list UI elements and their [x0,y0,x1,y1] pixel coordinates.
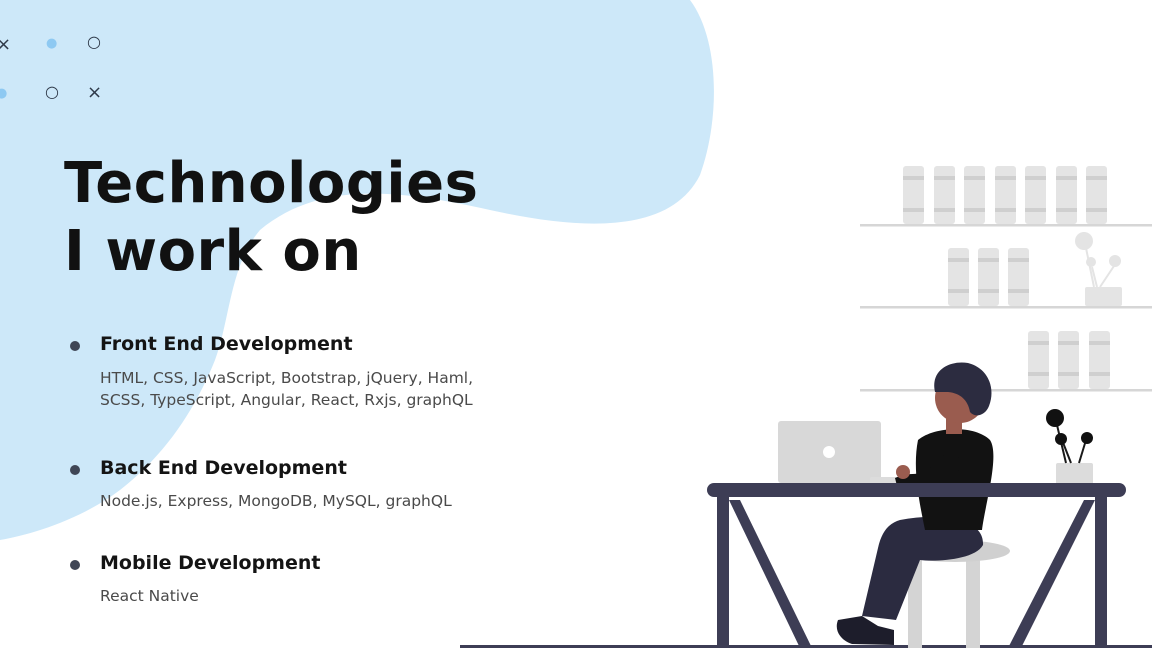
slide: × ● ○ ● ○ × Technologies I work on Front… [0,0,1152,648]
person-at-desk-illustration [460,166,1152,648]
decor-x-icon: × [0,34,12,55]
page-title: Technologies I work on [64,150,478,286]
decor-dot-icon: ● [46,36,58,51]
decor-dot-icon: ● [0,86,8,101]
shelves [860,166,1152,392]
section-title: Back End Development [100,457,347,479]
section-title: Front End Development [100,333,353,355]
desk-plant [1046,409,1093,485]
decor-circle-icon: ○ [45,82,59,101]
decor-x-icon: × [87,82,103,103]
bullet-icon [70,465,80,475]
section-title: Mobile Development [100,552,321,574]
section-description-line: HTML, CSS, JavaScript, Bootstrap, jQuery… [100,369,474,387]
section-description: React Native [100,585,199,607]
section-description: Node.js, Express, MongoDB, MySQL, graphQ… [100,490,452,512]
bullet-icon [70,560,80,570]
page-title-line-2: I work on [64,219,362,284]
bullet-icon [70,341,80,351]
section-description: HTML, CSS, JavaScript, Bootstrap, jQuery… [100,367,473,411]
decor-circle-icon: ○ [87,32,101,51]
section-description-line: SCSS, TypeScript, Angular, React, Rxjs, … [100,391,473,409]
page-title-line-1: Technologies [64,151,479,216]
section-description-line: Node.js, Express, MongoDB, MySQL, graphQ… [100,492,452,510]
section-description-line: React Native [100,587,199,605]
